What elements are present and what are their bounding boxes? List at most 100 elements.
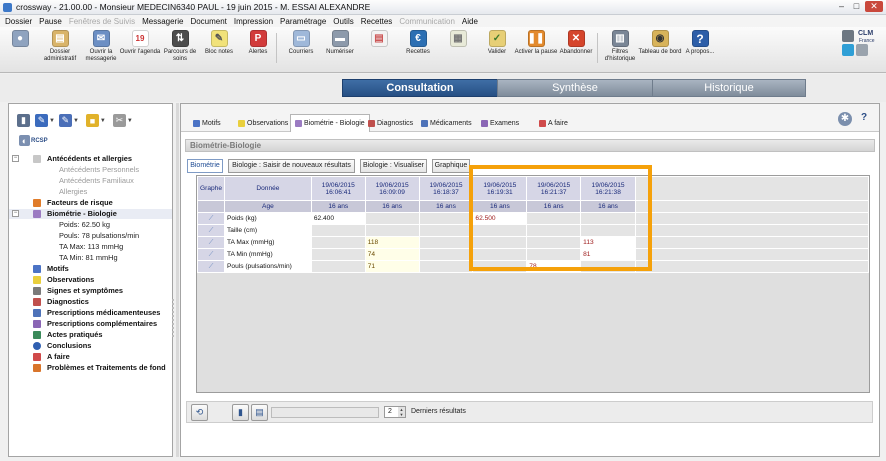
menu-messagerie[interactable]: Messagerie <box>142 17 183 26</box>
tree-problemes[interactable]: Problèmes et Traitements de fond <box>9 363 172 373</box>
dossier-administratif-button[interactable]: ▤ Dossier administratif <box>38 30 82 63</box>
menu-outils[interactable]: Outils <box>333 17 353 26</box>
note-button[interactable]: ▦ <box>436 30 480 47</box>
dropdown-arrow-icon[interactable]: ▼ <box>127 118 133 124</box>
tree-conclusions[interactable]: Conclusions <box>9 341 172 351</box>
tree-motifs[interactable]: Motifs <box>9 264 172 274</box>
ouvrir-agenda-button[interactable]: 19 Ouvrir l'agenda <box>118 30 162 56</box>
tab-consultation[interactable]: Consultation <box>342 79 498 97</box>
col-header-date[interactable]: 19/06/2015 16:09:09 <box>364 176 420 201</box>
subtab-motifs[interactable]: Motifs <box>189 115 225 132</box>
chart-line-icon[interactable]: ⟋ <box>197 260 225 273</box>
document-button[interactable]: ▤ <box>357 30 401 47</box>
print-icon[interactable]: ▤ <box>251 404 268 421</box>
subtab-afaire[interactable]: A faire <box>535 115 572 132</box>
graphique-button[interactable]: Graphique <box>432 159 470 173</box>
menu-fenetres-suivis[interactable]: Fenêtres de Suivis <box>69 17 135 26</box>
tree-actes[interactable]: Actes pratiqués <box>9 330 172 340</box>
collapse-icon[interactable]: − <box>12 210 19 217</box>
close-button[interactable]: ✕ <box>865 1 883 12</box>
a-propos-button[interactable]: ? A propos... <box>678 30 722 56</box>
tableau-bord-button[interactable]: ◉ Tableau de bord <box>638 30 682 56</box>
tools-icon[interactable]: ✂ <box>112 114 126 127</box>
tab-historique[interactable]: Historique <box>652 79 806 97</box>
subtab-biometrie[interactable]: Biométrie - Biologie <box>290 114 370 132</box>
parcours-soins-button[interactable]: ⇅ Parcours de soins <box>158 30 202 63</box>
col-header-date[interactable]: 19/06/2015 16:06:41 <box>310 176 366 201</box>
gear-icon[interactable]: ✱ <box>838 112 852 126</box>
menu-parametrage[interactable]: Paramétrage <box>280 17 326 26</box>
menu-impression[interactable]: Impression <box>234 17 273 26</box>
dropdown-arrow-icon[interactable]: ▼ <box>49 118 55 124</box>
menu-dossier[interactable]: Dossier <box>5 17 32 26</box>
cube-icon[interactable]: ■ <box>85 114 99 127</box>
pen-icon[interactable]: ✎ <box>58 114 72 127</box>
subtab-medicaments[interactable]: Médicaments <box>417 115 476 132</box>
subtab-examens[interactable]: Examens <box>477 115 523 132</box>
maximize-button[interactable]: □ <box>850 1 863 12</box>
col-header-date[interactable]: 19/06/2015 16:18:37 <box>418 176 474 201</box>
value-cell[interactable]: 62.400 <box>310 212 366 225</box>
menu-document[interactable]: Document <box>190 17 226 26</box>
trash-icon[interactable]: ▮ <box>17 114 30 127</box>
biometrie-button[interactable]: Biométrie <box>187 159 223 173</box>
visualiser-button[interactable]: Biologie : Visualiser <box>360 159 427 173</box>
tree-biometrie[interactable]: − Biométrie - Biologie <box>9 209 172 219</box>
spinner-arrows-icon[interactable]: ▲ ▼ <box>398 407 405 417</box>
tree-presc-med[interactable]: Prescriptions médicamenteuses <box>9 308 172 318</box>
tab-synthese[interactable]: Synthèse <box>497 79 653 97</box>
value-cell[interactable]: 71 <box>364 260 420 273</box>
chart-line-icon[interactable]: ⟋ <box>197 248 225 261</box>
tree-antecedents[interactable]: − Antécédents et allergies <box>9 154 172 164</box>
help-icon[interactable]: ? <box>861 112 867 123</box>
ouvrir-messagerie-button[interactable]: ✉ Ouvrir la messagerie <box>79 30 123 63</box>
subtab-observations[interactable]: Observations <box>234 115 292 132</box>
dropdown-arrow-icon[interactable]: ▼ <box>100 118 106 124</box>
alertes-button[interactable]: P Alertes <box>236 30 280 56</box>
filtres-historique-button[interactable]: ▥ Filtres d'historique <box>598 30 642 63</box>
dropdown-arrow-icon[interactable]: ▼ <box>73 118 79 124</box>
subtab-diagnostics[interactable]: Diagnostics <box>364 115 417 132</box>
recettes-button[interactable]: € Recettes <box>396 30 440 56</box>
chart-line-icon[interactable]: ⟋ <box>197 224 225 237</box>
tree-allergies[interactable]: Allergies <box>9 187 172 197</box>
bloc-notes-button[interactable]: ✎ Bloc notes <box>197 30 241 56</box>
pen-blue-icon[interactable]: ✎ <box>35 114 48 127</box>
menu-aide[interactable]: Aide <box>462 17 478 26</box>
tree-ant-fam[interactable]: Antécédents Familiaux <box>9 176 172 186</box>
activer-pause-button[interactable]: ❚❚ Activer la pause <box>514 30 558 56</box>
tree-presc-comp[interactable]: Prescriptions complémentaires <box>9 319 172 329</box>
tree-poids[interactable]: Poids: 62.50 kg <box>9 220 172 230</box>
tree-pouls[interactable]: Pouls: 78 pulsations/min <box>9 231 172 241</box>
trash-icon[interactable]: ▮ <box>232 404 249 421</box>
tree-ant-perso[interactable]: Antécédents Personnels <box>9 165 172 175</box>
abandonner-button[interactable]: ✕ Abandonner <box>554 30 598 56</box>
tree-observations[interactable]: Observations <box>9 275 172 285</box>
toolbar-user-button[interactable]: ● <box>0 30 40 47</box>
collapse-icon[interactable]: − <box>12 155 19 162</box>
courriers-button[interactable]: ▭ Courriers <box>279 30 323 56</box>
tree-afaire[interactable]: A faire <box>9 352 172 362</box>
menu-recettes[interactable]: Recettes <box>361 17 393 26</box>
rcsp-button[interactable]: ◐ RCSP <box>19 135 48 146</box>
panel-splitter[interactable] <box>176 103 179 457</box>
numeriser-button[interactable]: ▬ Numériser <box>318 30 362 56</box>
results-count-spinner[interactable]: 2 ▲ ▼ <box>384 406 406 418</box>
chart-line-icon[interactable]: ⟋ <box>197 236 225 249</box>
tree-tamin[interactable]: TA Min: 81 mmHg <box>9 253 172 263</box>
scroll-grip[interactable] <box>172 299 174 339</box>
tree-facteurs[interactable]: Facteurs de risque <box>9 198 172 208</box>
refresh-icon[interactable]: ⟲ <box>191 404 208 421</box>
menu-communication[interactable]: Communication <box>399 17 455 26</box>
tree-diagnostics[interactable]: Diagnostics <box>9 297 172 307</box>
menu-pause[interactable]: Pause <box>39 17 62 26</box>
tree-tamax[interactable]: TA Max: 113 mmHg <box>9 242 172 252</box>
valider-button[interactable]: ✓ Valider <box>475 30 519 56</box>
chart-line-icon[interactable]: ⟋ <box>197 212 225 225</box>
value-cell[interactable]: 118 <box>364 236 420 249</box>
tree-signes[interactable]: Signes et symptômes <box>9 286 172 296</box>
folder-icon: ▤ <box>51 30 69 47</box>
value-cell[interactable]: 74 <box>364 248 420 261</box>
minimize-button[interactable]: – <box>835 1 848 12</box>
saisir-resultats-button[interactable]: Biologie : Saisir de nouveaux résultats <box>228 159 355 173</box>
